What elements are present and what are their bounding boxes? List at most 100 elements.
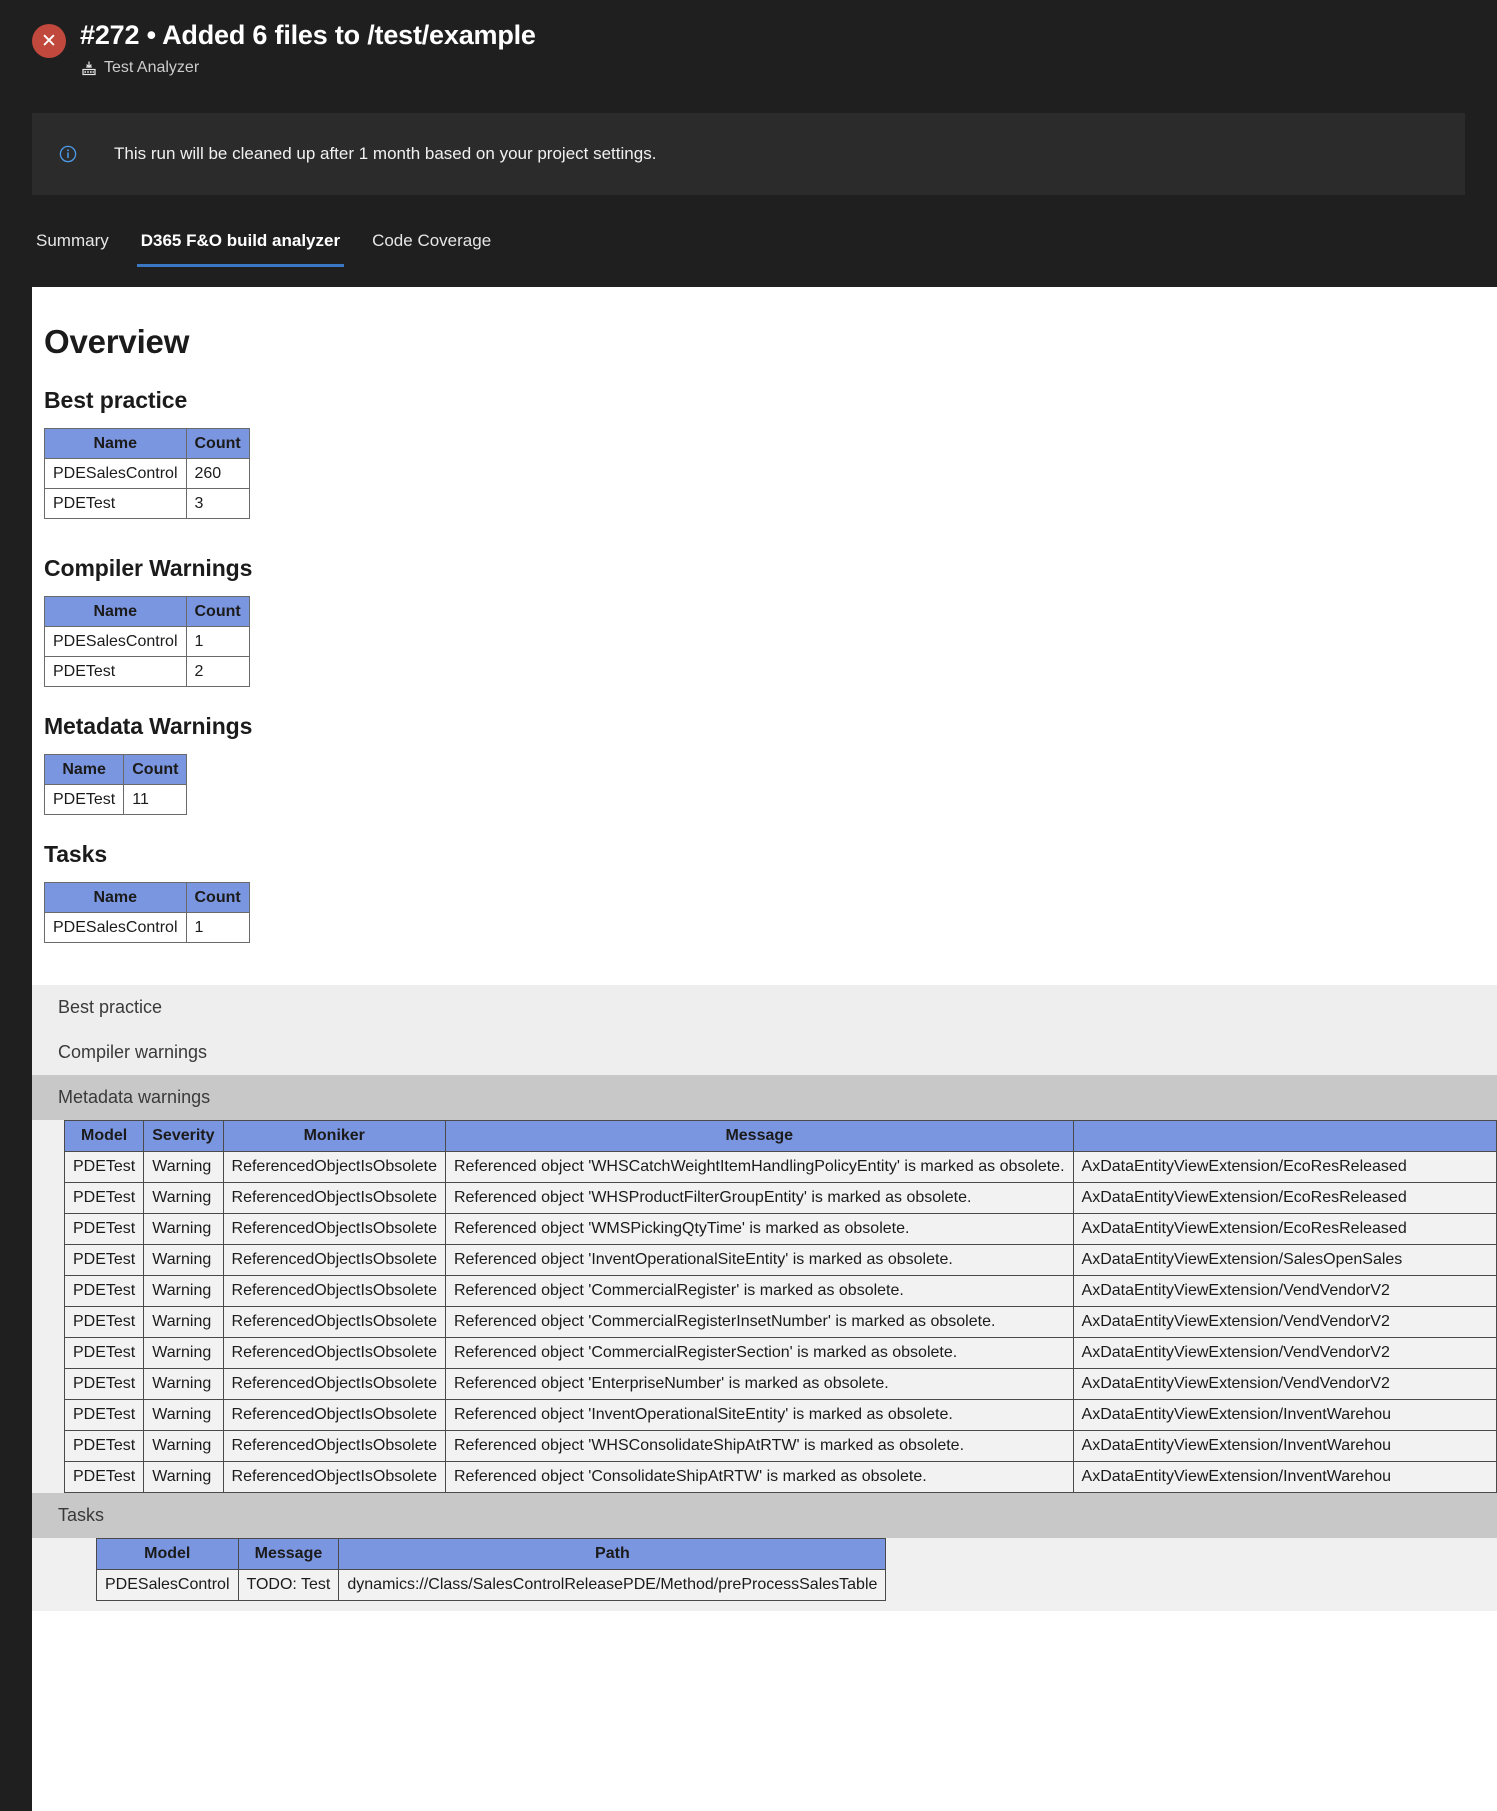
column-header-message: Message bbox=[444, 1120, 1074, 1152]
cell-path: AxDataEntityViewExtension/EcoResReleased bbox=[1072, 1151, 1497, 1183]
accordion-section-best-practice: Best practice bbox=[32, 985, 1497, 1030]
accordion-section-tasks: Tasks Model Message Path PDESalesControl… bbox=[32, 1493, 1497, 1611]
cell-count: 1 bbox=[185, 626, 250, 657]
tab-summary[interactable]: Summary bbox=[32, 231, 113, 267]
cell-severity: Warning bbox=[143, 1306, 224, 1338]
accordion-header-metadata-warnings[interactable]: Metadata warnings bbox=[32, 1075, 1497, 1120]
tasks-table-wrapper: Model Message Path PDESalesControl TODO:… bbox=[64, 1538, 1497, 1611]
retention-info-text: This run will be cleaned up after 1 mont… bbox=[114, 144, 657, 164]
column-header-moniker: Moniker bbox=[222, 1120, 446, 1152]
accordion-header-tasks[interactable]: Tasks bbox=[32, 1493, 1497, 1538]
cell-name: PDETest bbox=[44, 488, 187, 519]
section-heading-metadata-warnings: Metadata Warnings bbox=[44, 713, 253, 739]
table-header-row: Name Count bbox=[44, 882, 250, 913]
cell-message: Referenced object 'InventOperationalSite… bbox=[444, 1244, 1074, 1276]
section-heading-tasks: Tasks bbox=[44, 841, 108, 867]
cell-model: PDETest bbox=[63, 1244, 145, 1276]
analyzer-content-panel: Overview Best practice Name Count PDESal… bbox=[32, 287, 1497, 1811]
column-header-name: Name bbox=[43, 754, 125, 785]
table-row: PDETest Warning ReferencedObjectIsObsole… bbox=[63, 1182, 1497, 1214]
cell-model: PDETest bbox=[63, 1275, 145, 1307]
column-header-count: Count bbox=[123, 754, 188, 785]
column-header-severity: Severity bbox=[143, 1120, 224, 1152]
cell-severity: Warning bbox=[143, 1461, 224, 1493]
cell-moniker: ReferencedObjectIsObsolete bbox=[222, 1430, 446, 1462]
cell-moniker: ReferencedObjectIsObsolete bbox=[222, 1244, 446, 1276]
cell-moniker: ReferencedObjectIsObsolete bbox=[222, 1337, 446, 1369]
accordion-body-metadata-warnings: Model Severity Moniker Message PDETest W… bbox=[32, 1120, 1497, 1493]
table-header-row: Name Count bbox=[44, 596, 250, 627]
table-row: PDETest Warning ReferencedObjectIsObsole… bbox=[63, 1430, 1497, 1462]
table-row: PDETest Warning ReferencedObjectIsObsole… bbox=[63, 1275, 1497, 1307]
summary-table-metadata-warnings: Name Count PDETest 11 bbox=[43, 754, 188, 815]
table-row: PDETest 11 bbox=[43, 784, 188, 815]
table-row: PDESalesControl 260 bbox=[44, 458, 250, 489]
accordion-section-compiler-warnings: Compiler warnings bbox=[32, 1030, 1497, 1075]
accordion-header-best-practice[interactable]: Best practice bbox=[32, 985, 1497, 1030]
column-header-name: Name bbox=[44, 428, 187, 459]
retention-info-banner: This run will be cleaned up after 1 mont… bbox=[32, 113, 1465, 196]
summary-table-best-practice: Name Count PDESalesControl 260 PDETest 3 bbox=[44, 428, 250, 519]
pipeline-name: Test Analyzer bbox=[104, 59, 200, 77]
page-header: ✕ #272 • Added 6 files to /test/example bbox=[0, 0, 1497, 92]
status-glyph: ✕ bbox=[41, 30, 57, 52]
table-row: PDETest Warning ReferencedObjectIsObsole… bbox=[63, 1399, 1497, 1431]
cell-name: PDESalesControl bbox=[44, 912, 187, 943]
table-header-row: Name Count bbox=[43, 754, 188, 785]
cell-model: PDETest bbox=[63, 1461, 145, 1493]
cell-message: Referenced object 'WHSConsolidateShipAtR… bbox=[444, 1430, 1074, 1462]
column-header-model: Model bbox=[96, 1538, 239, 1570]
accordion-section-metadata-warnings: Metadata warnings Model Severity Moniker… bbox=[32, 1075, 1497, 1493]
cell-path: AxDataEntityViewExtension/VendVendorV2 bbox=[1072, 1368, 1497, 1400]
cell-message: Referenced object 'EnterpriseNumber' is … bbox=[444, 1368, 1074, 1400]
cell-model: PDETest bbox=[63, 1337, 145, 1369]
cell-moniker: ReferencedObjectIsObsolete bbox=[222, 1151, 446, 1183]
details-accordion: Best practice Compiler warnings Metadata… bbox=[32, 985, 1497, 1611]
table-row: PDETest Warning ReferencedObjectIsObsole… bbox=[63, 1151, 1497, 1183]
cell-path: dynamics://Class/SalesControlReleasePDE/… bbox=[338, 1569, 887, 1601]
cell-severity: Warning bbox=[143, 1368, 224, 1400]
cell-model: PDETest bbox=[63, 1306, 145, 1338]
table-row: PDETest Warning ReferencedObjectIsObsole… bbox=[63, 1337, 1497, 1369]
table-row: PDETest Warning ReferencedObjectIsObsole… bbox=[63, 1244, 1497, 1276]
cell-severity: Warning bbox=[143, 1213, 224, 1245]
pipeline-icon bbox=[80, 60, 97, 77]
cell-model: PDETest bbox=[63, 1213, 145, 1245]
header-texts: #272 • Added 6 files to /test/example Te… bbox=[80, 20, 536, 77]
cell-model: PDETest bbox=[63, 1182, 145, 1214]
cell-count: 260 bbox=[185, 458, 250, 489]
summary-table-compiler-warnings: Name Count PDESalesControl 1 PDETest 2 bbox=[44, 596, 250, 687]
table-row: PDESalesControl TODO: Test dynamics://Cl… bbox=[96, 1569, 887, 1601]
cell-path: AxDataEntityViewExtension/SalesOpenSales bbox=[1072, 1244, 1497, 1276]
metadata-warnings-body: PDETest Warning ReferencedObjectIsObsole… bbox=[63, 1151, 1497, 1493]
cell-path: AxDataEntityViewExtension/EcoResReleased bbox=[1072, 1213, 1497, 1245]
build-header-row: ✕ #272 • Added 6 files to /test/example bbox=[32, 20, 1497, 77]
table-row: PDESalesControl 1 bbox=[44, 912, 250, 943]
accordion-header-compiler-warnings[interactable]: Compiler warnings bbox=[32, 1030, 1497, 1075]
cell-model: PDESalesControl bbox=[96, 1569, 239, 1601]
tasks-detail-table: Model Message Path PDESalesControl TODO:… bbox=[96, 1538, 887, 1601]
cell-path: AxDataEntityViewExtension/VendVendorV2 bbox=[1072, 1275, 1497, 1307]
table-header-row: Model Message Path bbox=[96, 1538, 887, 1570]
column-header-message: Message bbox=[237, 1538, 340, 1570]
cell-message: Referenced object 'ConsolidateShipAtRTW'… bbox=[444, 1461, 1074, 1493]
cell-message: Referenced object 'WHSCatchWeightItemHan… bbox=[444, 1151, 1074, 1183]
column-header-count: Count bbox=[185, 596, 250, 627]
cell-model: PDETest bbox=[63, 1430, 145, 1462]
column-header-name: Name bbox=[44, 596, 187, 627]
table-row: PDETest Warning ReferencedObjectIsObsole… bbox=[63, 1461, 1497, 1493]
table-row: PDESalesControl 1 bbox=[44, 626, 250, 657]
table-row: PDETest Warning ReferencedObjectIsObsole… bbox=[63, 1368, 1497, 1400]
table-header-row: Name Count bbox=[44, 428, 250, 459]
cell-severity: Warning bbox=[143, 1182, 224, 1214]
cell-moniker: ReferencedObjectIsObsolete bbox=[222, 1213, 446, 1245]
cell-path: AxDataEntityViewExtension/InventWarehou bbox=[1072, 1430, 1497, 1462]
cell-moniker: ReferencedObjectIsObsolete bbox=[222, 1399, 446, 1431]
section-heading-compiler-warnings: Compiler Warnings bbox=[44, 555, 253, 581]
cell-count: 1 bbox=[185, 912, 250, 943]
tab-d365-build-analyzer[interactable]: D365 F&O build analyzer bbox=[136, 231, 345, 268]
cell-count: 11 bbox=[123, 784, 188, 815]
cell-path: AxDataEntityViewExtension/InventWarehou bbox=[1072, 1461, 1497, 1493]
column-header-name: Name bbox=[44, 882, 187, 913]
tab-code-coverage[interactable]: Code Coverage bbox=[368, 231, 495, 267]
